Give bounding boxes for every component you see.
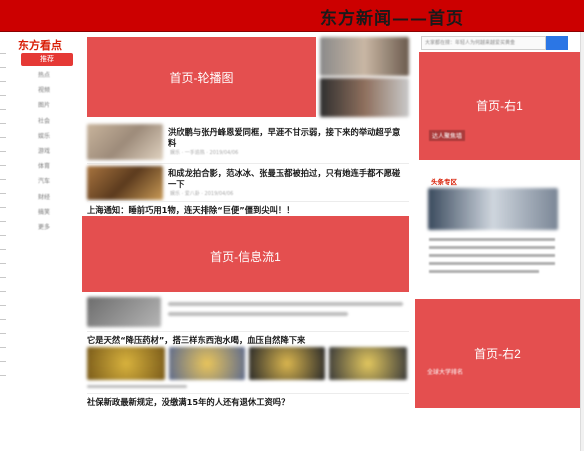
feed-region-1[interactable]: 首页-信息流1	[82, 216, 409, 292]
news-headline[interactable]: 洪欣鹏与张丹峰恩爱同框，早涯不甘示弱，接下来的举动超乎意料	[168, 127, 408, 149]
nav-item[interactable]: 娱乐	[38, 131, 50, 146]
news-headline[interactable]: 它是天然“降压药材”，搭三样东西泡水喝，血压自然降下来	[87, 335, 409, 346]
nav-item[interactable]: 财经	[38, 192, 50, 207]
carousel-thumb[interactable]	[320, 78, 409, 117]
news-meta: 娱乐 · 一手追热 · 2019/04/06	[170, 150, 239, 156]
right-list-line	[429, 254, 555, 257]
right-section-label: 头条专区	[431, 178, 457, 186]
nav-item[interactable]: 游戏	[38, 146, 50, 161]
ad-caption: 达人聚焦墙	[429, 130, 466, 141]
search-button[interactable]	[546, 36, 568, 50]
channel-nav: 热点 视频 图片 社会 娱乐 游戏 体育 汽车 财经 搞笑 更多	[38, 70, 50, 237]
right1-label: 首页-右1	[476, 99, 523, 113]
news-thumbnail[interactable]	[87, 297, 161, 327]
divider	[87, 393, 409, 394]
search-placeholder: 大家都在搜：年轻人为何越来越爱买黄金	[425, 40, 516, 46]
right-feature-image[interactable]	[428, 188, 558, 230]
news-thumbnail[interactable]	[87, 124, 163, 160]
blurred-headline	[168, 302, 403, 306]
gallery-thumb[interactable]	[329, 347, 407, 380]
divider	[87, 163, 409, 164]
top-banner: 东方新闻——首页	[0, 0, 584, 32]
divider	[87, 331, 409, 332]
gallery-thumb[interactable]	[169, 347, 245, 380]
nav-item-recommend[interactable]: 推荐	[21, 53, 73, 66]
nav-item[interactable]: 更多	[38, 222, 50, 237]
divider	[87, 201, 409, 202]
left-ruler	[0, 40, 6, 376]
carousel-region[interactable]: 首页-轮播图	[87, 37, 316, 117]
blurred-headline	[168, 312, 348, 316]
right2-label: 首页-右2	[474, 347, 521, 361]
right-region-2[interactable]: 首页-右2 全球大学排名	[415, 299, 580, 408]
news-headline[interactable]: 社保新政最新规定，没缴满15年的人还有退休工资吗？	[87, 397, 409, 408]
nav-item[interactable]: 热点	[38, 70, 50, 85]
site-logo[interactable]: 东方看点	[18, 37, 62, 53]
news-meta: 娱乐 · 爱八卦 · 2019/04/06	[170, 191, 234, 197]
right-list-line	[429, 262, 555, 265]
news-headline[interactable]: 上海通知：睡前巧用1物，连天排除“巨便”僵到尖叫！！	[87, 205, 407, 216]
gallery-thumb[interactable]	[87, 347, 165, 380]
nav-item[interactable]: 搞笑	[38, 207, 50, 222]
nav-item[interactable]: 社会	[38, 116, 50, 131]
sidebar-caption: 全球大学排名	[427, 369, 464, 376]
carousel-label: 首页-轮播图	[169, 71, 234, 85]
right-list-line	[429, 270, 539, 273]
nav-item[interactable]: 汽车	[38, 176, 50, 191]
page-title: 东方新闻——首页	[320, 9, 464, 29]
nav-item[interactable]: 视频	[38, 85, 50, 100]
news-thumbnail[interactable]	[87, 166, 163, 200]
nav-item[interactable]: 图片	[38, 100, 50, 115]
right-list-line	[429, 246, 555, 249]
right-list-line	[429, 238, 555, 241]
nav-item[interactable]: 体育	[38, 161, 50, 176]
feed-label: 首页-信息流1	[210, 250, 281, 264]
scrollbar[interactable]	[580, 32, 584, 451]
carousel-thumb[interactable]	[320, 37, 409, 76]
news-headline[interactable]: 和成龙拍合影，范冰冰、张曼玉都被拍过，只有她连手都不愿碰一下	[168, 168, 408, 190]
blurred-meta	[87, 385, 187, 388]
right-region-1[interactable]: 首页-右1 达人聚焦墙	[419, 52, 580, 160]
gallery-thumb[interactable]	[249, 347, 325, 380]
